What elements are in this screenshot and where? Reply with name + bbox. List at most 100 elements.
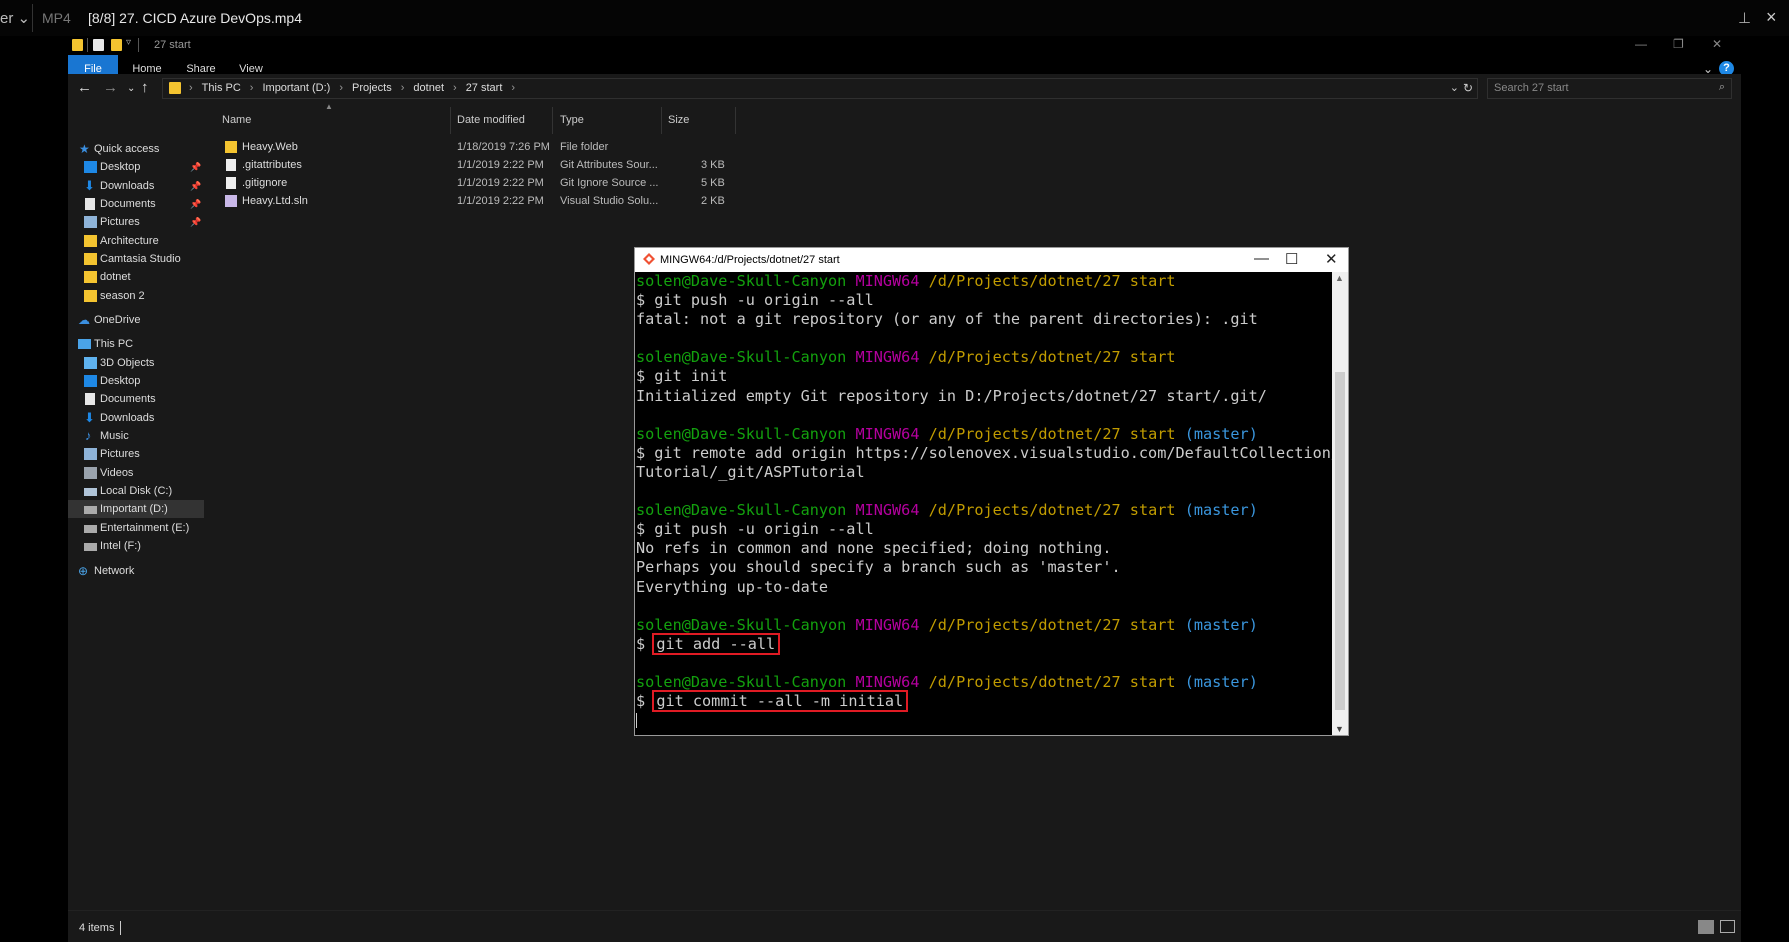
drive-icon — [84, 506, 97, 514]
prompt-host: MINGW64 — [855, 501, 920, 520]
breadcrumb-separator-icon[interactable]: › — [453, 82, 457, 94]
maximize-icon[interactable]: ☐ — [1285, 250, 1298, 268]
sidebar-item-pc-downloads[interactable]: ⬇ Downloads — [68, 409, 204, 427]
file-name: Heavy.Ltd.sln — [242, 195, 308, 207]
column-divider[interactable] — [450, 107, 451, 134]
prompt-host: MINGW64 — [855, 615, 920, 634]
sidebar-item-label: Network — [94, 565, 135, 577]
breadcrumb-separator-icon[interactable]: › — [250, 82, 254, 94]
sidebar-item-entertainment-e[interactable]: Entertainment (E:) — [68, 519, 204, 537]
terminal-window[interactable]: MINGW64:/d/Projects/dotnet/27 start — ☐ … — [634, 247, 1349, 736]
sidebar-item-onedrive[interactable]: ☁ OneDrive — [68, 311, 204, 329]
search-input[interactable] — [1494, 82, 1694, 94]
close-icon[interactable]: ✕ — [1325, 250, 1338, 268]
address-bar[interactable]: › This PC › Important (D:) › Projects › … — [162, 78, 1478, 99]
sidebar-item-label: Entertainment (E:) — [100, 522, 190, 534]
column-header-name[interactable]: Name — [222, 114, 251, 134]
sidebar-item-music[interactable]: ♪ Music — [68, 427, 204, 445]
column-divider[interactable] — [661, 107, 662, 134]
refresh-icon[interactable]: ↻ — [1463, 81, 1473, 95]
download-icon: ⬇ — [84, 410, 95, 425]
terminal-output[interactable]: solen@Dave-Skull-Canyon MINGW64 /d/Proje… — [635, 272, 1332, 735]
column-divider[interactable] — [552, 107, 553, 134]
breadcrumb-separator-icon[interactable]: › — [511, 82, 515, 94]
breadcrumb-projects[interactable]: Projects — [352, 82, 392, 94]
scroll-up-icon[interactable]: ▲ — [1335, 273, 1344, 283]
sidebar-item-season-2[interactable]: season 2 — [68, 287, 204, 305]
sidebar-item-documents[interactable]: Documents 📌 — [68, 195, 204, 213]
pin-icon[interactable]: 📌 — [190, 213, 201, 231]
video-icon — [84, 467, 97, 479]
breadcrumb-separator-icon[interactable]: › — [339, 82, 343, 94]
customize-toolbar-icon[interactable]: ▿ — [126, 37, 131, 48]
recent-locations-icon[interactable]: ⌄ — [127, 83, 135, 94]
download-icon: ⬇ — [84, 178, 95, 193]
sidebar-item-camtasia-studio[interactable]: Camtasia Studio — [68, 250, 204, 268]
breadcrumb-separator-icon[interactable]: › — [189, 82, 193, 94]
pin-icon[interactable]: 📌 — [190, 177, 201, 195]
sidebar-item-dotnet[interactable]: dotnet — [68, 268, 204, 286]
restore-icon[interactable]: ❐ — [1673, 37, 1684, 51]
window-title: 27 start — [154, 39, 191, 51]
breadcrumb-this-pc[interactable]: This PC — [202, 82, 241, 94]
sidebar-item-important-d[interactable]: Important (D:) — [68, 500, 204, 518]
breadcrumb-important-d[interactable]: Important (D:) — [262, 82, 330, 94]
column-header-date-modified[interactable]: Date modified — [457, 114, 525, 134]
up-arrow-icon[interactable]: ↑ — [141, 79, 149, 96]
sidebar-item-label: Pictures — [100, 448, 140, 460]
pin-icon[interactable]: ⊥ — [1738, 9, 1751, 27]
sidebar-item-this-pc[interactable]: This PC — [68, 335, 204, 353]
sidebar-item-pc-desktop[interactable]: Desktop — [68, 372, 204, 390]
breadcrumb-27-start[interactable]: 27 start — [466, 82, 503, 94]
table-row[interactable]: Heavy.Web 1/18/2019 7:26 PM File folder — [205, 138, 805, 156]
pin-icon[interactable]: 📌 — [190, 195, 201, 213]
forward-arrow-icon[interactable]: → — [103, 79, 118, 96]
search-box[interactable]: ⌕ — [1487, 78, 1732, 99]
navigation-pane: ★ Quick access Desktop 📌 ⬇ Downloads 📌 D… — [68, 104, 204, 910]
table-row[interactable]: .gitignore 1/1/2019 2:22 PM Git Ignore S… — [205, 174, 805, 192]
address-history-icon[interactable]: ⌄ — [1450, 81, 1459, 94]
terminal-scrollbar[interactable]: ▲ ▼ — [1332, 272, 1348, 735]
player-close-icon[interactable]: × — [1766, 7, 1777, 28]
breadcrumb-dotnet[interactable]: dotnet — [413, 82, 444, 94]
column-header-type[interactable]: Type — [560, 114, 584, 134]
sidebar-item-pictures[interactable]: Pictures 📌 — [68, 213, 204, 231]
column-divider[interactable] — [735, 107, 736, 134]
breadcrumb-separator-icon[interactable]: › — [401, 82, 405, 94]
sidebar-item-videos[interactable]: Videos — [68, 464, 204, 482]
close-icon[interactable]: ✕ — [1712, 37, 1722, 51]
terminal-title-bar[interactable]: MINGW64:/d/Projects/dotnet/27 start — ☐ … — [635, 248, 1348, 272]
minimize-icon[interactable]: — — [1254, 250, 1269, 267]
sidebar-item-quick-access[interactable]: ★ Quick access — [68, 140, 204, 158]
sidebar-item-local-disk-c[interactable]: Local Disk (C:) — [68, 482, 204, 500]
large-icons-view-icon[interactable] — [1720, 920, 1735, 933]
sidebar-item-pc-pictures[interactable]: Pictures — [68, 445, 204, 463]
folder-icon — [84, 290, 97, 302]
minimize-icon[interactable]: — — [1635, 37, 1647, 51]
sidebar-item-label: This PC — [94, 338, 134, 350]
file-icon — [226, 177, 236, 189]
sidebar-item-network[interactable]: ⊕ Network — [68, 562, 204, 580]
sidebar-item-desktop[interactable]: Desktop 📌 — [68, 158, 204, 176]
prompt-line: solen@Dave-Skull-Canyon MINGW64 /d/Proje… — [636, 348, 1332, 367]
back-arrow-icon[interactable]: ← — [77, 79, 92, 96]
scrollbar-thumb[interactable] — [1335, 372, 1345, 710]
file-icon — [226, 159, 236, 171]
sidebar-item-downloads[interactable]: ⬇ Downloads 📌 — [68, 177, 204, 195]
sidebar-item-architecture[interactable]: Architecture — [68, 232, 204, 250]
properties-icon[interactable] — [93, 39, 104, 51]
new-folder-icon[interactable] — [111, 39, 122, 51]
scroll-down-icon[interactable]: ▼ — [1335, 724, 1344, 734]
sidebar-item-pc-documents[interactable]: Documents — [68, 390, 204, 408]
drive-icon — [84, 488, 97, 496]
table-row[interactable]: .gitattributes 1/1/2019 2:22 PM Git Attr… — [205, 156, 805, 174]
details-view-icon[interactable] — [1698, 920, 1714, 934]
file-date: 1/1/2019 2:22 PM — [457, 195, 544, 207]
column-header-size[interactable]: Size — [668, 114, 689, 134]
pin-icon[interactable]: 📌 — [190, 158, 201, 176]
sidebar-item-intel-f[interactable]: Intel (F:) — [68, 537, 204, 555]
status-divider — [120, 921, 121, 935]
player-menu-button[interactable]: er ⌄ — [0, 9, 30, 27]
table-row[interactable]: Heavy.Ltd.sln 1/1/2019 2:22 PM Visual St… — [205, 192, 805, 210]
sidebar-item-3d-objects[interactable]: 3D Objects — [68, 354, 204, 372]
